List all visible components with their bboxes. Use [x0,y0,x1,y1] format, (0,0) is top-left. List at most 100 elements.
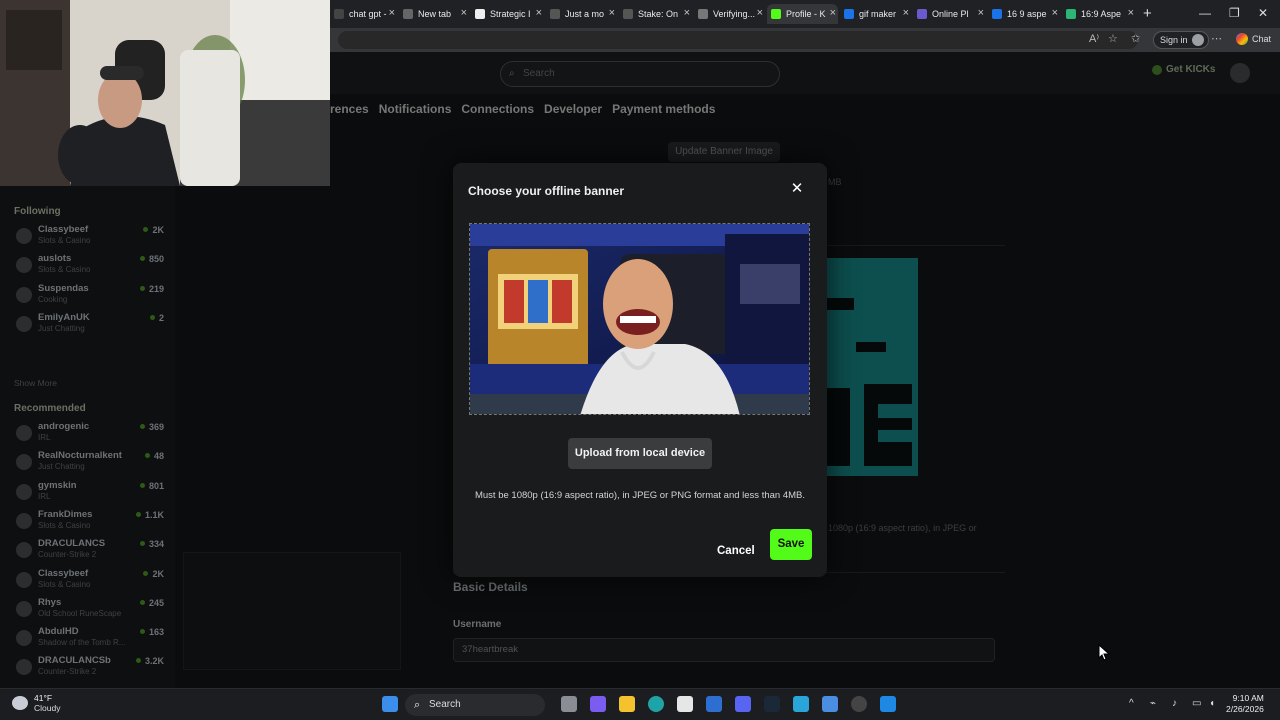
save-button[interactable]: Save [770,529,812,560]
steam-icon[interactable] [764,696,780,712]
more-menu-icon[interactable]: ⋯ [1211,32,1222,45]
copilot-icon[interactable] [590,696,606,712]
address-bar[interactable] [338,31,1138,49]
upload-from-device-button[interactable]: Upload from local device [568,438,712,469]
close-window-icon[interactable]: ✕ [1258,6,1268,20]
browser-tab[interactable]: Verifying... × [694,4,765,24]
user-avatar[interactable] [1230,63,1250,83]
volume-icon[interactable]: ◖ [1209,698,1215,709]
tab-developer[interactable]: Developer [544,102,602,116]
browser-tab[interactable]: New tab × [399,4,469,24]
webcam-feed [0,0,330,186]
show-more-link[interactable]: Show More [14,378,57,388]
viewer-count: 801 [140,481,164,491]
channel-category: Just Chatting [38,323,85,333]
cloud-icon [12,696,28,710]
browser-tab[interactable]: gif maker × [840,4,911,24]
task-view-icon[interactable] [561,696,577,712]
tab-label: New tab [418,9,452,19]
tray-overflow-icon[interactable]: ^ [1129,698,1134,709]
tab-payment-methods[interactable]: Payment methods [612,102,715,116]
search-icon: ⌕ [509,68,515,79]
sidebar-channel-item[interactable]: RealNocturnalkent Just Chatting 48 [14,450,164,477]
obs-icon[interactable] [851,696,867,712]
tab-favicon-icon [334,9,344,19]
browser-tab[interactable]: Strategic I × [471,4,544,24]
browser-tab[interactable]: chat gpt - × [330,4,397,24]
display-icon[interactable]: ▭ [1192,698,1201,709]
browser-tab[interactable]: Online Pl × [913,4,986,24]
sidebar-channel-item[interactable]: EmilyAnUK Just Chatting 2 [14,312,164,339]
tab-connections[interactable]: Connections [461,102,534,116]
sidebar-channel-item[interactable]: androgenic IRL 369 [14,421,164,448]
browser-tab[interactable]: Stake: On × [619,4,692,24]
browser-tab[interactable]: Profile - K × [767,4,838,24]
maximize-icon[interactable]: ❐ [1229,6,1240,20]
tab-close-icon[interactable]: × [757,7,763,19]
sidebar-channel-item[interactable]: FrankDimes Slots & Casino 1.1K [14,509,164,536]
minimize-icon[interactable]: — [1199,6,1211,20]
browser-tab[interactable]: 16 9 aspe × [988,4,1060,24]
channel-category: Just Chatting [38,462,85,472]
sign-in-button[interactable]: Sign in [1153,31,1209,49]
channel-category: IRL [38,433,51,442]
read-aloud-icon[interactable]: A⁾ [1089,32,1099,45]
tab-close-icon[interactable]: × [461,7,467,19]
sidebar-channel-item[interactable]: Classybeef Slots & Casino 2K [14,224,164,251]
basic-details-heading: Basic Details [453,580,528,594]
viewer-count: 163 [140,627,164,637]
browser-tab[interactable]: 16:9 Aspe × [1062,4,1136,24]
edge-icon[interactable] [648,696,664,712]
channel-category: IRL [38,491,51,501]
channel-avatar [16,542,32,559]
tab-close-icon[interactable]: × [609,7,615,19]
system-clock[interactable]: 9:10 AM 2/26/2026 [1226,693,1264,715]
tab-close-icon[interactable]: × [830,7,836,19]
sidebar-channel-item[interactable]: Suspendas Cooking 219 [14,283,164,310]
tab-close-icon[interactable]: × [536,7,542,19]
tab-close-icon[interactable]: × [1052,7,1058,19]
sidebar-channel-item[interactable]: DRACULANCS Counter-Strike 2 334 [14,538,164,565]
username-field[interactable]: 37heartbreak [453,638,995,662]
site-search-input[interactable]: ⌕ Search [500,61,780,87]
sidebar-channel-item[interactable]: DRACULANCSb Counter-Strike 2 3.2K [14,655,164,682]
microphone-icon[interactable]: ♪ [1172,698,1177,709]
sidebar-channel-item[interactable]: AbdulHD Shadow of the Tomb R... 163 [14,626,164,653]
windows-start-icon[interactable] [382,696,398,712]
viewer-count: 2K [143,569,164,579]
cancel-button[interactable]: Cancel [717,536,755,566]
taskbar-search[interactable]: ⌕ Search [405,694,545,716]
new-tab-plus-icon[interactable]: + [1143,5,1152,22]
tab-preferences[interactable]: rences [330,102,369,116]
favorite-star-icon[interactable]: ☆ [1108,32,1118,45]
tab-label: Stake: On [638,9,679,19]
file-explorer-icon[interactable] [619,696,635,712]
sidebar-channel-item[interactable]: Rhys Old School RuneScape 245 [14,597,164,624]
browser-tab[interactable]: Just a mo × [546,4,617,24]
tab-close-icon[interactable]: × [903,7,909,19]
update-banner-button[interactable]: Update Banner Image [668,142,780,162]
weather-widget[interactable]: 41°F Cloudy [12,693,60,713]
site-header [330,52,1280,94]
tab-favicon-icon [917,9,927,19]
copilot-chat-button[interactable]: Chat [1236,33,1271,45]
tab-close-icon[interactable]: × [389,7,395,19]
app-icon[interactable] [880,696,896,712]
network-icon[interactable]: ⌁ [1150,698,1156,709]
get-kicks-button[interactable]: Get KICKs [1152,64,1215,75]
app-icon[interactable] [706,696,722,712]
discord-icon[interactable] [735,696,751,712]
store-icon[interactable] [677,696,693,712]
tab-close-icon[interactable]: × [684,7,690,19]
tab-close-icon[interactable]: × [1128,7,1134,19]
tab-notifications[interactable]: Notifications [379,102,452,116]
sidebar-channel-item[interactable]: gymskin IRL 801 [14,480,164,507]
webcam-overlay [0,0,330,186]
tab-close-icon[interactable]: × [978,7,984,19]
favorites-list-icon[interactable]: ✩ [1131,32,1140,45]
sidebar-channel-item[interactable]: auslots Slots & Casino 850 [14,253,164,280]
app-icon[interactable] [793,696,809,712]
close-icon[interactable]: ✕ [789,181,805,197]
sidebar-channel-item[interactable]: Classybeef Slots & Casino 2K [14,568,164,595]
notepad-icon[interactable] [822,696,838,712]
